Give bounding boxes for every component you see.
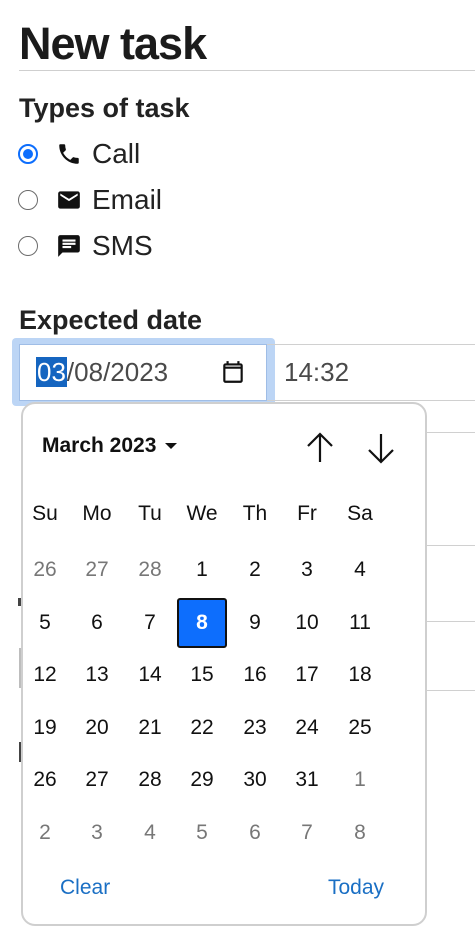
call-radio[interactable] <box>18 144 38 164</box>
task-types-label: Types of task <box>19 93 190 123</box>
day-cell[interactable]: 21 <box>125 703 175 753</box>
caret-down-icon <box>165 443 178 449</box>
day-cell[interactable]: 17 <box>282 650 332 700</box>
envelope-icon <box>58 191 80 209</box>
day-cell[interactable]: 6 <box>230 808 280 858</box>
day-cell[interactable]: 11 <box>335 598 385 648</box>
day-cell[interactable]: 26 <box>20 545 70 595</box>
day-cell[interactable]: 18 <box>335 650 385 700</box>
weekday-label: Th <box>242 502 268 525</box>
date-input[interactable]: 03/08/2023 <box>19 344 267 401</box>
day-cell[interactable]: 25 <box>335 703 385 753</box>
datepicker-popup: March 2023 Su Mo Tu We Th Fr Sa 26 27 28 1 2 3 4 5 6 7 8… <box>21 402 427 926</box>
day-cell[interactable]: 12 <box>20 650 70 700</box>
arrow-down-icon[interactable] <box>365 430 397 466</box>
call-label: Call <box>92 138 141 169</box>
email-label: Email <box>92 184 163 215</box>
sms-label: SMS <box>92 230 153 261</box>
weekday-label: Mo <box>82 502 112 525</box>
weekday-label: Tu <box>138 502 162 525</box>
time-input[interactable]: 14:32 <box>267 344 475 401</box>
day-cell[interactable]: 6 <box>72 598 122 648</box>
day-cell[interactable]: 13 <box>72 650 122 700</box>
arrow-up-icon[interactable] <box>304 430 336 466</box>
day-cell[interactable]: 16 <box>230 650 280 700</box>
day-cell-selected[interactable]: 8 <box>177 597 227 648</box>
day-cell[interactable]: 4 <box>125 808 175 858</box>
day-cell[interactable]: 2 <box>230 545 280 595</box>
day-cell[interactable]: 20 <box>72 703 122 753</box>
day-cell[interactable]: 23 <box>230 703 280 753</box>
today-button[interactable]: Today <box>328 876 384 900</box>
day-cell[interactable]: 29 <box>177 755 227 805</box>
email-radio[interactable] <box>18 190 38 210</box>
weekday-label: Fr <box>297 502 317 525</box>
time-value[interactable]: 14:32 <box>284 357 349 388</box>
clear-button[interactable]: Clear <box>60 876 110 900</box>
title-divider <box>19 70 475 71</box>
date-month-segment[interactable]: 03 <box>36 357 67 387</box>
sms-radio[interactable] <box>18 236 38 256</box>
day-cell[interactable]: 14 <box>125 650 175 700</box>
day-cell[interactable]: 27 <box>72 545 122 595</box>
message-icon <box>58 235 80 257</box>
day-cell[interactable]: 28 <box>125 545 175 595</box>
date-rest: /08/2023 <box>66 357 169 387</box>
day-cell[interactable]: 28 <box>125 755 175 805</box>
day-cell[interactable]: 24 <box>282 703 332 753</box>
day-cell[interactable]: 5 <box>177 808 227 858</box>
date-value[interactable]: 03/08/2023 <box>36 357 168 388</box>
day-cell[interactable]: 26 <box>20 755 70 805</box>
day-cell[interactable]: 7 <box>125 598 175 648</box>
weekday-label: Sa <box>347 502 373 525</box>
day-cell[interactable]: 8 <box>335 808 385 858</box>
day-cell[interactable]: 5 <box>20 598 70 648</box>
day-cell[interactable]: 1 <box>335 755 385 805</box>
radio-option-call[interactable]: Call <box>18 136 140 172</box>
weekday-label: We <box>186 502 218 525</box>
month-year-label: March 2023 <box>42 434 157 457</box>
day-cell[interactable]: 2 <box>20 808 70 858</box>
phone-icon <box>59 144 79 164</box>
day-cell[interactable]: 3 <box>282 545 332 595</box>
radio-option-sms[interactable]: SMS <box>18 228 153 264</box>
day-cell[interactable]: 1 <box>177 545 227 595</box>
day-cell[interactable]: 27 <box>72 755 122 805</box>
weekday-label: Su <box>32 502 58 525</box>
page-title: New task <box>19 18 207 69</box>
day-cell[interactable]: 31 <box>282 755 332 805</box>
radio-option-email[interactable]: Email <box>18 182 162 218</box>
day-cell[interactable]: 15 <box>177 650 227 700</box>
day-cell[interactable]: 10 <box>282 598 332 648</box>
day-cell[interactable]: 9 <box>230 598 280 648</box>
day-cell[interactable]: 22 <box>177 703 227 753</box>
day-cell[interactable]: 3 <box>72 808 122 858</box>
calendar-icon[interactable] <box>220 359 246 385</box>
month-year-selector[interactable]: March 2023 <box>42 434 178 458</box>
day-cell[interactable]: 19 <box>20 703 70 753</box>
day-cell[interactable]: 7 <box>282 808 332 858</box>
expected-date-label: Expected date <box>19 305 203 335</box>
day-cell[interactable]: 4 <box>335 545 385 595</box>
day-cell[interactable]: 30 <box>230 755 280 805</box>
